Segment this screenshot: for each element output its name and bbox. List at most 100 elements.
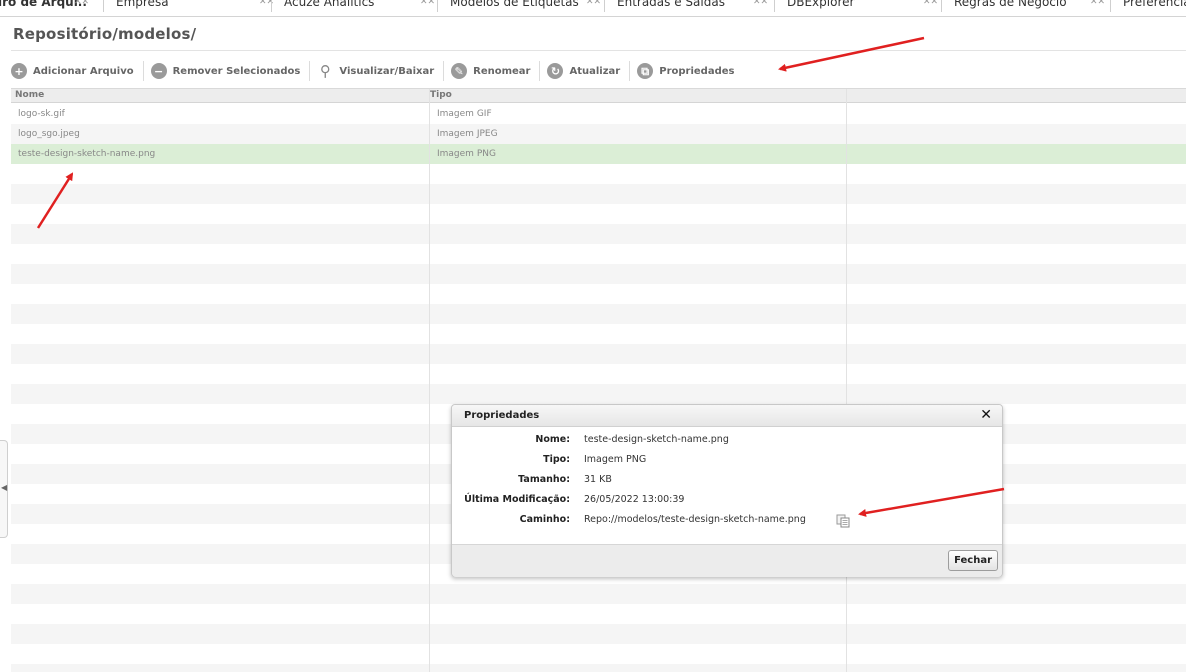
properties-icon: ⧉ [637, 63, 654, 79]
properties-dialog: Propriedades ✕ Nome: teste-design-sketch… [451, 404, 1003, 577]
prop-label: Caminho: [519, 514, 570, 525]
properties-label: Propriedades [659, 65, 735, 77]
copy-icon[interactable] [836, 514, 850, 528]
prop-size: Tamanho: 31 KB [452, 474, 1002, 488]
annotation-arrow [778, 36, 925, 72]
tab-modelos-etiquetas[interactable]: Modelos de Etiquetas ✕✕ [437, 0, 601, 12]
tab-label: Preferencias [1123, 0, 1186, 9]
tab-dbexplorer[interactable]: DBExplorer ✕✕ [774, 0, 938, 12]
empty-row [11, 164, 1186, 184]
table-row[interactable]: logo_sgo.jpeg Imagem JPEG [11, 124, 1186, 144]
top-tab-strip: iro de Arqui.. ✕✕ Empresa ✕✕ Acuze Analiti… [0, 0, 1186, 17]
remove-selected-label: Remover Selecionados [172, 65, 301, 77]
remove-selected-button[interactable]: − Remover Selecionados [150, 59, 307, 83]
empty-row [11, 584, 1186, 604]
add-file-button[interactable]: + Adicionar Arquivo [11, 59, 140, 83]
tab-label: Regras de Negócio [954, 0, 1067, 9]
prop-label: Tipo: [543, 454, 570, 465]
empty-row [11, 244, 1186, 264]
tab-close-icon[interactable]: ✕✕ [74, 0, 89, 12]
tab-empresa[interactable]: Empresa ✕✕ [103, 0, 274, 12]
prop-label: Última Modificação: [464, 494, 570, 505]
prop-value: teste-design-sketch-name.png [584, 434, 729, 445]
dialog-title: Propriedades [464, 410, 540, 421]
cell-type: Imagem PNG [437, 149, 496, 159]
prop-label: Nome: [535, 434, 570, 445]
pencil-icon: ✎ [451, 63, 468, 79]
toolbar: + Adicionar Arquivo − Remover Selecionad… [11, 59, 740, 83]
tab-arquivo[interactable]: iro de Arqui.. ✕✕ [0, 0, 89, 12]
tab-label: Modelos de Etiquetas [450, 0, 579, 9]
divider [11, 50, 1186, 51]
empty-row [11, 344, 1186, 364]
prop-path: Caminho: Repo://modelos/teste-design-ske… [452, 514, 1002, 528]
prop-name: Nome: teste-design-sketch-name.png [452, 434, 1002, 448]
tab-close-icon[interactable]: ✕✕ [1090, 0, 1105, 12]
properties-button[interactable]: ⧉ Propriedades [637, 59, 740, 83]
minus-icon: − [150, 63, 167, 79]
refresh-label: Atualizar [569, 65, 621, 77]
tab-preferencias[interactable]: Preferencias [1110, 0, 1186, 12]
empty-row [11, 604, 1186, 624]
dialog-header: Propriedades ✕ [452, 405, 1002, 427]
collapse-panel-handle[interactable]: ◀ [0, 440, 8, 538]
add-file-label: Adicionar Arquivo [33, 65, 134, 77]
rename-button[interactable]: ✎ Renomear [451, 59, 536, 83]
empty-row [11, 324, 1186, 344]
prop-type: Tipo: Imagem PNG [452, 454, 1002, 468]
plus-icon: + [11, 63, 27, 79]
empty-row [11, 224, 1186, 244]
cell-name: logo_sgo.jpeg [18, 129, 80, 139]
tab-close-icon[interactable]: ✕✕ [923, 0, 938, 12]
refresh-icon: ↻ [547, 63, 564, 79]
empty-row [11, 184, 1186, 204]
grid-header: Nome Tipo [11, 89, 1186, 103]
empty-row [11, 624, 1186, 644]
grid-rows: logo-sk.gif Imagem GIF logo_sgo.jpeg Ima… [11, 104, 1186, 672]
prop-value: 31 KB [584, 474, 612, 485]
column-header-name[interactable]: Nome [15, 90, 44, 100]
prop-value: Repo://modelos/teste-design-sketch-name.… [584, 514, 806, 525]
prop-value: Imagem PNG [584, 454, 647, 465]
toolbar-separator [443, 61, 445, 81]
prop-label: Tamanho: [518, 474, 570, 485]
chevron-left-icon: ◀ [1, 483, 8, 492]
empty-row [11, 384, 1186, 404]
view-download-button[interactable]: ⚲ Visualizar/Baixar [317, 59, 440, 83]
page-title: Repositório/modelos/ [13, 25, 197, 43]
refresh-button[interactable]: ↻ Atualizar [547, 59, 626, 83]
tab-entradas-saidas[interactable]: Entradas e Saídas ✕✕ [604, 0, 768, 12]
tab-acuze-analitics[interactable]: Acuze Analitics ✕✕ [271, 0, 435, 12]
empty-row [11, 644, 1186, 664]
close-icon[interactable]: ✕ [980, 407, 992, 423]
view-download-label: Visualizar/Baixar [339, 65, 435, 77]
dialog-footer: Fechar [452, 544, 1002, 577]
file-grid: Nome Tipo logo-sk.gif Imagem GIF logo_sg… [11, 88, 1186, 672]
cell-type: Imagem JPEG [437, 129, 498, 139]
cell-name: logo-sk.gif [18, 109, 65, 119]
search-icon: ⚲ [319, 61, 331, 80]
close-button[interactable]: Fechar [948, 550, 998, 571]
empty-row [11, 364, 1186, 384]
column-header-type[interactable]: Tipo [430, 90, 452, 100]
prop-value: 26/05/2022 13:00:39 [584, 494, 685, 505]
toolbar-separator [629, 61, 631, 81]
table-row[interactable]: logo-sk.gif Imagem GIF [11, 104, 1186, 124]
tab-label: Empresa [116, 0, 169, 9]
tab-close-icon[interactable]: ✕✕ [420, 0, 435, 12]
tab-close-icon[interactable]: ✕✕ [753, 0, 768, 12]
toolbar-separator [142, 61, 144, 81]
tab-close-icon[interactable]: ✕✕ [586, 0, 601, 12]
toolbar-separator [309, 61, 311, 81]
toolbar-separator [539, 61, 541, 81]
cell-type: Imagem GIF [437, 109, 492, 119]
rename-label: Renomear [473, 65, 531, 77]
table-row-selected[interactable]: teste-design-sketch-name.png Imagem PNG [11, 144, 1186, 164]
tab-regras-negocio[interactable]: Regras de Negócio ✕✕ [941, 0, 1105, 12]
empty-row [11, 304, 1186, 324]
empty-row [11, 264, 1186, 284]
column-divider [429, 89, 430, 672]
empty-row [11, 284, 1186, 304]
empty-row [11, 204, 1186, 224]
tab-label: Acuze Analitics [284, 0, 375, 9]
